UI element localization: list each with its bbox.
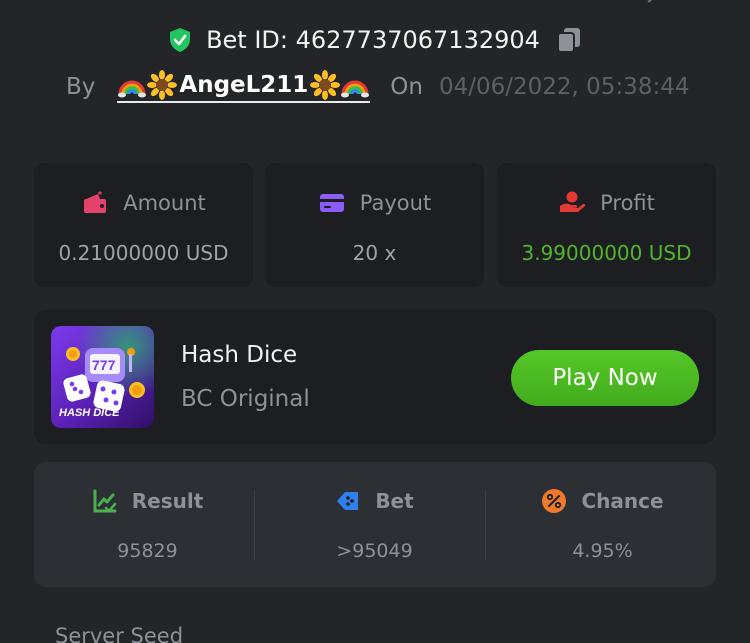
profit-card: Profit 3.99000000 USD [497,163,716,287]
server-seed-label: Server Seed [55,624,184,643]
sunflower-icon [310,70,341,100]
wallet-icon [84,190,107,213]
payout-label: Payout [359,191,432,215]
by-label: By [66,73,96,100]
bet-id: Bet ID: 4627737067132904 [206,26,540,54]
rainbow-icon [341,80,370,98]
username: AngeL211 [179,72,309,98]
game-title: Hash Dice [181,342,298,368]
game-subtitle: BC Original [181,386,310,412]
divider [485,490,486,560]
hand-profit-icon [560,191,586,212]
game-thumb-label: HASH DICE [59,407,120,419]
bet-id-row: Bet ID: 4627737067132904 [0,26,750,54]
payout-value: 20 x [352,241,397,265]
result-card: Result 95829 Bet >95049 Chance 4.95% [34,462,716,587]
shield-check-icon [170,28,191,52]
divider [254,490,255,560]
on-label: On [390,73,423,100]
card-icon [319,194,344,212]
game-thumbnail[interactable]: 777 HASH DICE [51,326,154,428]
game-card: 777 HASH DICE Hash Dice BC Original Play… [34,310,716,444]
percent-icon [542,489,567,513]
chance-value: 4.95% [572,540,633,562]
user-link[interactable]: AngeL211 [117,70,371,103]
result-column: Result 95829 [34,462,261,587]
payout-card: Payout 20 x [265,163,484,287]
profit-label: Profit [600,191,655,215]
amount-card: Amount 0.21000000 USD [34,163,253,287]
rainbow-icon [118,80,147,98]
copy-icon[interactable] [556,26,582,54]
svg-text:777: 777 [92,357,116,373]
amount-label: Amount [123,191,206,215]
bet-meta-row: By AngeL211 On 04/06/2022, 05:38:44 [66,70,689,103]
dice-tag-icon [337,492,359,510]
result-label: Result [131,489,204,513]
chance-column: Chance 4.95% [489,462,716,587]
chart-check-icon [93,489,117,513]
bet-datetime: 04/06/2022, 05:38:44 [438,73,690,100]
corner-arrow-icon [647,0,653,3]
play-now-button[interactable]: Play Now [511,350,699,406]
result-value: 95829 [117,540,178,562]
bet-label: Bet [375,489,414,513]
sunflower-icon [147,70,178,100]
bet-column: Bet >95049 [261,462,488,587]
bet-value: >95049 [336,540,413,562]
chance-label: Chance [581,489,664,513]
profit-value: 3.99000000 USD [521,241,692,265]
amount-value: 0.21000000 USD [58,241,229,265]
